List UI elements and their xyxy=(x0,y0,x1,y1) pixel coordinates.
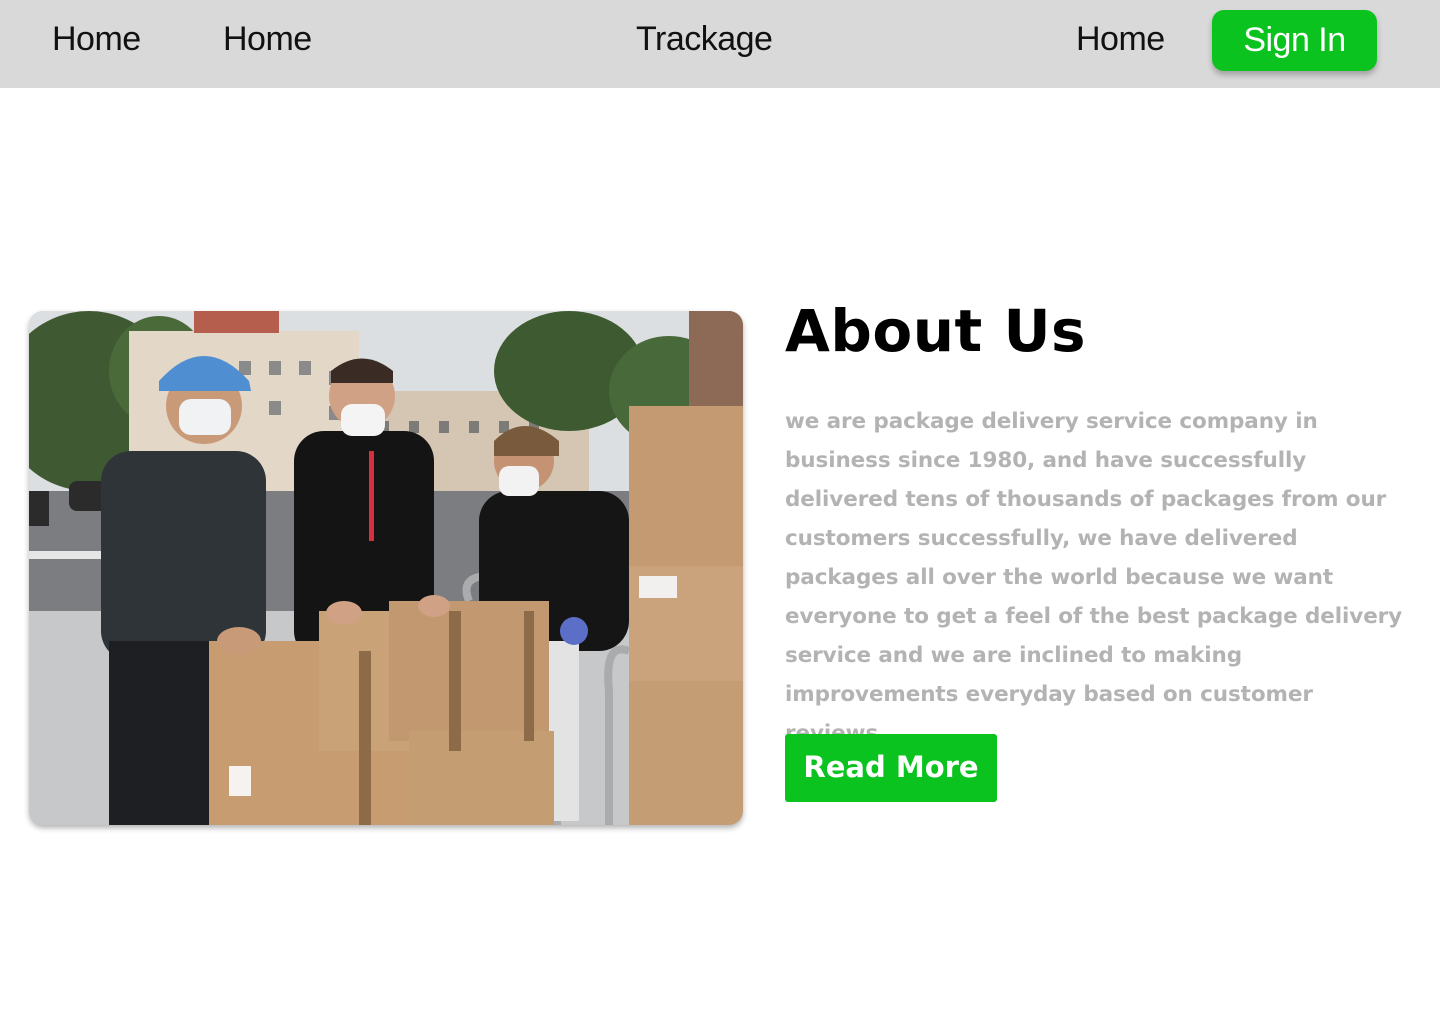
brand-logo-text[interactable]: Trackage xyxy=(636,18,773,60)
navbar: Home Home Trackage Home Sign In xyxy=(0,0,1440,88)
sign-in-button[interactable]: Sign In xyxy=(1212,10,1377,71)
about-photo xyxy=(29,311,743,825)
about-description: we are package delivery service company … xyxy=(785,409,1403,746)
read-more-button[interactable]: Read More xyxy=(785,734,997,802)
delivery-team-photo xyxy=(29,311,743,825)
nav-link-home-3[interactable]: Home xyxy=(1076,18,1165,60)
nav-link-home-2[interactable]: Home xyxy=(223,18,312,60)
about-title: About Us xyxy=(785,297,1087,365)
nav-link-home[interactable]: Home xyxy=(52,18,141,60)
